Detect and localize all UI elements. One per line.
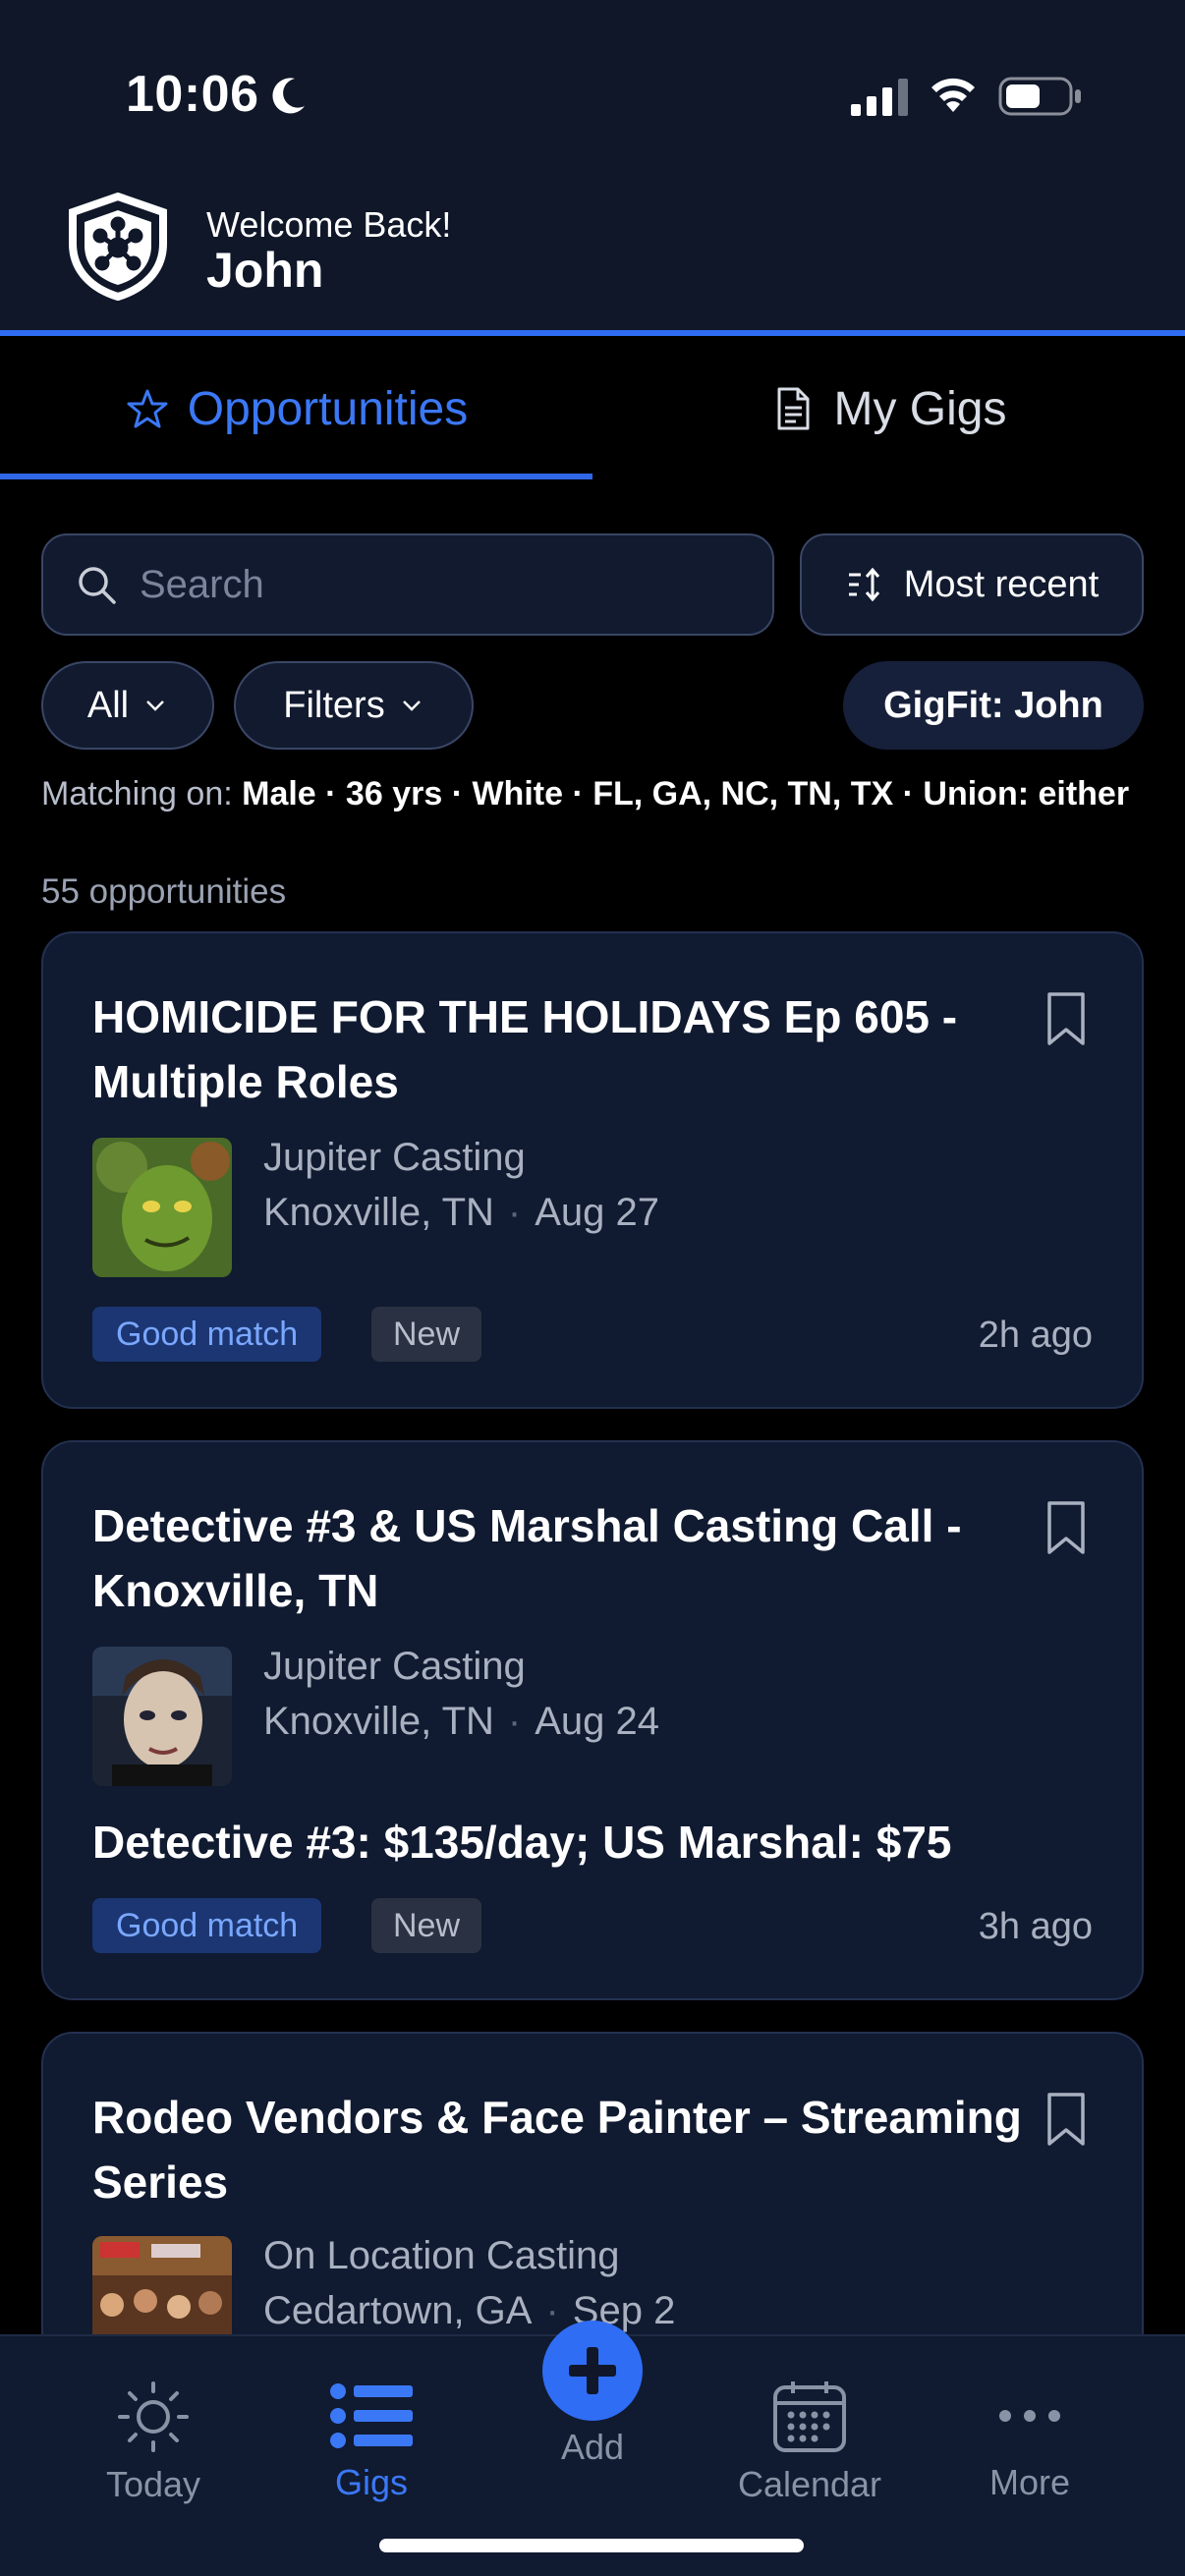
search-placeholder: Search — [140, 562, 264, 606]
nav-today[interactable]: Today — [55, 2336, 252, 2504]
sort-icon — [848, 567, 879, 602]
portrait-photo-icon — [92, 1647, 232, 1786]
new-badge: New — [371, 1307, 482, 1362]
opportunity-card[interactable]: HOMICIDE FOR THE HOLIDAYS Ep 605 - Multi… — [41, 931, 1144, 1409]
matching-values: Male · 36 yrs · White · FL, GA, NC, TN, … — [242, 775, 1130, 812]
card-title: Rodeo Vendors & Face Painter – Streaming… — [92, 2092, 1022, 2208]
card-date: Aug 27 — [535, 1191, 660, 1234]
user-name: John — [206, 243, 324, 298]
nav-calendar[interactable]: Calendar — [711, 2336, 908, 2504]
list-icon — [330, 2383, 413, 2448]
opportunity-card[interactable]: Detective #3 & US Marshal Casting Call -… — [41, 1440, 1144, 2000]
pay-rate: Detective #3: $135/day; US Marshal: $75 — [92, 1817, 952, 1868]
status-time: 10:06 — [126, 66, 259, 123]
add-button[interactable] — [542, 2321, 643, 2421]
bookmark-icon[interactable] — [1044, 990, 1089, 1047]
document-icon — [777, 387, 810, 430]
bookmark-icon[interactable] — [1044, 2091, 1089, 2148]
card-location-date: Knoxville, TN · Aug 24 — [263, 1700, 659, 1744]
opportunity-card[interactable]: Rodeo Vendors & Face Painter – Streaming… — [41, 2032, 1144, 2366]
casting-company: On Location Casting — [263, 2234, 620, 2277]
matching-prefix: Matching on: — [41, 775, 243, 812]
calendar-icon — [773, 2381, 846, 2452]
cellular-signal-icon — [851, 79, 908, 116]
tab-bar: Opportunities My Gigs — [0, 336, 1185, 481]
chevron-down-icon — [402, 700, 421, 711]
opportunity-count: 55 opportunities — [41, 872, 287, 911]
all-dropdown-label: All — [86, 684, 130, 726]
more-dots-icon — [999, 2410, 1060, 2422]
good-match-badge: Good match — [92, 1307, 322, 1362]
card-thumbnail — [92, 1647, 232, 1786]
matching-criteria: Matching on: Male · 36 yrs · White · FL,… — [41, 772, 1152, 815]
gigfit-label: GigFit: John — [883, 684, 1103, 726]
separator-dot: · — [507, 1700, 522, 1743]
tab-my-gigs-label: My Gigs — [833, 382, 1007, 435]
plus-icon — [569, 2347, 616, 2394]
nav-gigs-label: Gigs — [334, 2462, 409, 2502]
search-input[interactable]: Search — [41, 533, 774, 636]
sort-label: Most recent — [903, 563, 1100, 605]
new-badge: New — [371, 1898, 482, 1953]
home-indicator[interactable] — [379, 2539, 804, 2552]
nav-add-label: Add — [560, 2427, 625, 2467]
tab-opportunities-label: Opportunities — [187, 382, 469, 435]
card-title: Detective #3 & US Marshal Casting Call -… — [92, 1500, 962, 1616]
shield-logo-icon — [69, 193, 167, 301]
nav-gigs[interactable]: Gigs — [273, 2336, 470, 2503]
separator-dot: · — [545, 2289, 559, 2332]
card-location: Knoxville, TN — [263, 1191, 494, 1234]
nav-more[interactable]: More — [931, 2336, 1128, 2503]
filters-dropdown[interactable]: Filters — [234, 661, 474, 750]
star-icon — [127, 389, 168, 428]
good-match-badge: Good match — [92, 1898, 322, 1953]
card-title: HOMICIDE FOR THE HOLIDAYS Ep 605 - Multi… — [92, 991, 958, 1107]
card-thumbnail — [92, 1138, 232, 1277]
wifi-icon — [931, 78, 975, 112]
moon-icon — [272, 78, 305, 114]
app-header: 10:06 Welcome Back! John — [0, 0, 1185, 336]
filters-dropdown-label: Filters — [283, 684, 385, 726]
battery-icon — [998, 77, 1081, 116]
gigfit-button[interactable]: GigFit: John — [843, 661, 1144, 750]
green-character-photo-icon — [92, 1138, 232, 1277]
welcome-text: Welcome Back! — [206, 204, 452, 245]
tab-my-gigs[interactable]: My Gigs — [592, 336, 1185, 481]
nav-today-label: Today — [105, 2464, 201, 2504]
active-tab-indicator — [0, 474, 592, 479]
bookmark-icon[interactable] — [1044, 1499, 1089, 1556]
card-location: Cedartown, GA — [263, 2289, 533, 2332]
casting-company: Jupiter Casting — [263, 1136, 526, 1179]
all-dropdown[interactable]: All — [41, 661, 214, 750]
status-bar: 10:06 — [0, 0, 1185, 187]
card-location: Knoxville, TN — [263, 1700, 494, 1743]
card-date: Aug 24 — [535, 1700, 660, 1743]
chevron-down-icon — [146, 700, 164, 711]
posted-time: 3h ago — [978, 1906, 1093, 1947]
nav-calendar-label: Calendar — [737, 2464, 882, 2504]
search-icon — [79, 567, 116, 604]
card-location-date: Knoxville, TN · Aug 27 — [263, 1191, 659, 1235]
tab-opportunities[interactable]: Opportunities — [0, 336, 592, 481]
casting-company: Jupiter Casting — [263, 1645, 526, 1688]
posted-time: 2h ago — [978, 1315, 1093, 1356]
nav-more-label: More — [988, 2462, 1071, 2502]
sun-icon — [118, 2381, 189, 2452]
sort-button[interactable]: Most recent — [800, 533, 1144, 636]
separator-dot: · — [507, 1191, 522, 1234]
